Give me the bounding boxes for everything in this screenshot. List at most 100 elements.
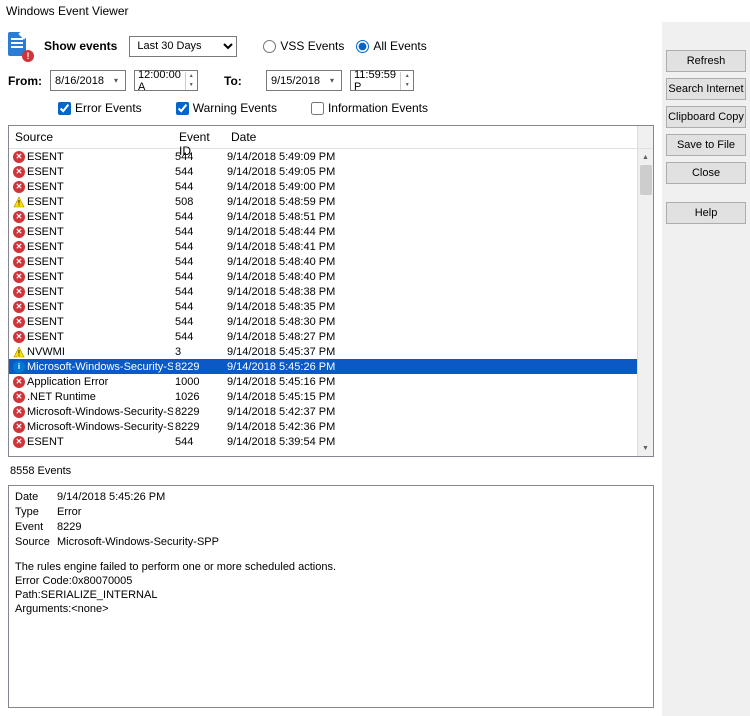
- cell-event-id: 544: [173, 181, 225, 193]
- to-label: To:: [224, 74, 258, 88]
- cell-source: Application Error: [27, 376, 108, 388]
- error-icon: ✕: [13, 376, 25, 388]
- cell-event-id: 544: [173, 436, 225, 448]
- cell-date: 9/14/2018 5:45:37 PM: [225, 346, 637, 358]
- status-event-count: 8558 Events: [8, 463, 654, 479]
- table-row[interactable]: ✕Microsoft-Windows-Security-SPP82299/14/…: [9, 404, 637, 419]
- info-icon: i: [13, 361, 25, 373]
- side-button-panel: Refresh Search Internet Clipboard Copy S…: [662, 22, 750, 716]
- scroll-down-icon[interactable]: ▼: [638, 440, 653, 456]
- help-button[interactable]: Help: [666, 202, 746, 224]
- cell-date: 9/14/2018 5:42:36 PM: [225, 421, 637, 433]
- cell-date: 9/14/2018 5:48:27 PM: [225, 331, 637, 343]
- cell-event-id: 8229: [173, 406, 225, 418]
- error-icon: ✕: [13, 181, 25, 193]
- table-row[interactable]: ✕ESENT5449/14/2018 5:49:09 PM: [9, 149, 637, 164]
- error-icon: ✕: [13, 421, 25, 433]
- cell-source: ESENT: [27, 211, 64, 223]
- event-log-icon: !: [8, 32, 32, 60]
- cell-event-id: 508: [173, 196, 225, 208]
- table-row[interactable]: ✕ESENT 5449/14/2018 5:49:05 PM: [9, 164, 637, 179]
- from-date-field[interactable]: 8/16/2018 ▾: [50, 70, 126, 91]
- table-row[interactable]: ✕ESENT5449/14/2018 5:48:35 PM: [9, 299, 637, 314]
- vss-events-radio[interactable]: VSS Events: [263, 39, 344, 53]
- from-label: From:: [8, 74, 42, 88]
- window-title: Windows Event Viewer: [0, 0, 750, 22]
- spinner-up-icon[interactable]: ▲: [401, 72, 413, 81]
- cell-event-id: 1000: [173, 376, 225, 388]
- table-row[interactable]: ✕ESENT5449/14/2018 5:49:00 PM: [9, 179, 637, 194]
- chevron-down-icon[interactable]: ▾: [109, 71, 123, 90]
- table-row[interactable]: ✕Microsoft-Windows-Security-SPP82299/14/…: [9, 419, 637, 434]
- table-row[interactable]: ✕ESENT5449/14/2018 5:48:44 PM: [9, 224, 637, 239]
- grid-header[interactable]: Source Event ID Date: [9, 126, 653, 149]
- table-row[interactable]: ✕ESENT5449/14/2018 5:48:27 PM: [9, 329, 637, 344]
- table-row[interactable]: ✕ESENT5449/14/2018 5:48:40 PM: [9, 254, 637, 269]
- error-icon: ✕: [13, 331, 25, 343]
- warning-icon: [13, 346, 25, 358]
- search-internet-button[interactable]: Search Internet: [666, 78, 746, 100]
- table-row[interactable]: ✕ESENT5449/14/2018 5:48:51 PM: [9, 209, 637, 224]
- event-grid[interactable]: Source Event ID Date ✕ESENT5449/14/2018 …: [8, 125, 654, 457]
- cell-source: ESENT: [27, 166, 64, 178]
- vertical-scrollbar[interactable]: ▲ ▼: [637, 149, 653, 456]
- information-events-checkbox[interactable]: Information Events: [311, 101, 428, 115]
- error-icon: ✕: [13, 166, 25, 178]
- scrollbar-thumb[interactable]: [640, 165, 652, 195]
- cell-date: 9/14/2018 5:48:38 PM: [225, 286, 637, 298]
- table-row[interactable]: NVWMI39/14/2018 5:45:37 PM: [9, 344, 637, 359]
- table-row[interactable]: ✕ESENT5449/14/2018 5:48:38 PM: [9, 284, 637, 299]
- cell-date: 9/14/2018 5:48:35 PM: [225, 301, 637, 313]
- error-icon: ✕: [13, 241, 25, 253]
- cell-date: 9/14/2018 5:49:05 PM: [225, 166, 637, 178]
- table-row[interactable]: ✕Application Error 10009/14/2018 5:45:16 …: [9, 374, 637, 389]
- cell-event-id: 544: [173, 166, 225, 178]
- spinner-down-icon[interactable]: ▼: [401, 81, 413, 90]
- all-events-radio[interactable]: All Events: [356, 39, 426, 53]
- cell-source: ESENT: [27, 331, 64, 343]
- range-select[interactable]: Last 30 Days: [129, 36, 237, 57]
- cell-date: 9/14/2018 5:49:09 PM: [225, 151, 637, 163]
- error-events-checkbox[interactable]: Error Events: [58, 101, 142, 115]
- cell-event-id: 8229: [173, 361, 225, 373]
- table-row[interactable]: ✕ESENT5449/14/2018 5:48:30 PM: [9, 314, 637, 329]
- event-details: Date9/14/2018 5:45:26 PM TypeError Event…: [8, 485, 654, 708]
- close-button[interactable]: Close: [666, 162, 746, 184]
- col-header-source[interactable]: Source: [9, 126, 173, 148]
- col-header-date[interactable]: Date: [225, 126, 637, 148]
- cell-source: ESENT: [27, 181, 64, 193]
- table-row[interactable]: ✕ESENT5449/14/2018 5:48:40 PM: [9, 269, 637, 284]
- to-date-field[interactable]: 9/15/2018 ▾: [266, 70, 342, 91]
- cell-date: 9/14/2018 5:48:40 PM: [225, 256, 637, 268]
- table-row[interactable]: iMicrosoft-Windows-Security-SPP82299/14/…: [9, 359, 637, 374]
- table-row[interactable]: ESENT5089/14/2018 5:48:59 PM: [9, 194, 637, 209]
- error-icon: ✕: [13, 436, 25, 448]
- spinner-down-icon[interactable]: ▼: [186, 81, 198, 90]
- warning-icon: [13, 196, 25, 208]
- cell-source: .NET Runtime: [27, 391, 96, 403]
- cell-source: ESENT: [27, 196, 64, 208]
- cell-event-id: 544: [173, 151, 225, 163]
- error-icon: ✕: [13, 211, 25, 223]
- chevron-down-icon[interactable]: ▾: [325, 71, 339, 90]
- clipboard-copy-button[interactable]: Clipboard Copy: [666, 106, 746, 128]
- error-icon: ✕: [13, 151, 25, 163]
- to-time-field[interactable]: 11:59:59 P ▲▼: [350, 70, 414, 91]
- table-row[interactable]: ✕ESENT5449/14/2018 5:48:41 PM: [9, 239, 637, 254]
- save-to-file-button[interactable]: Save to File: [666, 134, 746, 156]
- cell-source: ESENT: [27, 286, 64, 298]
- error-icon: ✕: [13, 301, 25, 313]
- table-row[interactable]: ✕.NET Runtime10269/14/2018 5:45:15 PM: [9, 389, 637, 404]
- scroll-up-icon[interactable]: ▲: [638, 149, 653, 165]
- refresh-button[interactable]: Refresh: [666, 50, 746, 72]
- cell-date: 9/14/2018 5:48:30 PM: [225, 316, 637, 328]
- cell-event-id: 544: [173, 256, 225, 268]
- spinner-up-icon[interactable]: ▲: [186, 72, 198, 81]
- table-row[interactable]: ✕ESENT5449/14/2018 5:39:54 PM: [9, 434, 637, 449]
- cell-date: 9/14/2018 5:45:16 PM: [225, 376, 637, 388]
- col-header-event-id[interactable]: Event ID: [173, 126, 225, 148]
- show-events-label: Show events: [44, 39, 117, 53]
- warning-events-checkbox[interactable]: Warning Events: [176, 101, 277, 115]
- from-time-field[interactable]: 12:00:00 A ▲▼: [134, 70, 198, 91]
- cell-date: 9/14/2018 5:42:37 PM: [225, 406, 637, 418]
